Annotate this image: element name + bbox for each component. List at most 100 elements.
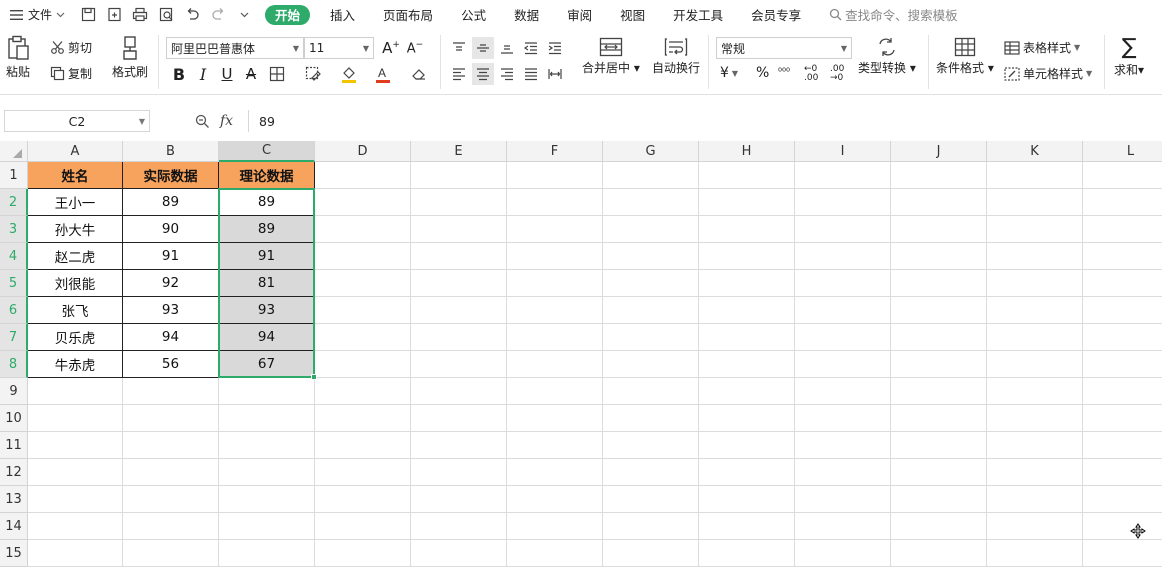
cell-f9[interactable]: [507, 378, 603, 405]
row-header-12[interactable]: 12: [0, 459, 28, 486]
cell-a7[interactable]: 贝乐虎: [28, 324, 123, 351]
cell-j5[interactable]: [891, 270, 987, 297]
cell-i14[interactable]: [795, 513, 891, 540]
cell-c1[interactable]: 理论数据: [219, 162, 315, 189]
cell-i7[interactable]: [795, 324, 891, 351]
clear-button[interactable]: [408, 63, 430, 85]
cell-b14[interactable]: [123, 513, 219, 540]
align-right-button[interactable]: [496, 63, 518, 85]
column-header-h[interactable]: H: [699, 141, 795, 162]
cell-e11[interactable]: [411, 432, 507, 459]
cell-c15[interactable]: [219, 540, 315, 567]
cell-d8[interactable]: [315, 351, 411, 378]
cell-k8[interactable]: [987, 351, 1083, 378]
row-header-3[interactable]: 3: [0, 216, 28, 243]
underline-button[interactable]: U: [216, 63, 238, 85]
cell-j11[interactable]: [891, 432, 987, 459]
cell-i9[interactable]: [795, 378, 891, 405]
cell-b5[interactable]: 92: [123, 270, 219, 297]
clear-format-painter-button[interactable]: [302, 63, 324, 85]
cell-k14[interactable]: [987, 513, 1083, 540]
cell-b1[interactable]: 实际数据: [123, 162, 219, 189]
row-header-5[interactable]: 5: [0, 270, 28, 297]
cell-j3[interactable]: [891, 216, 987, 243]
row-header-13[interactable]: 13: [0, 486, 28, 513]
cell-d4[interactable]: [315, 243, 411, 270]
cell-b15[interactable]: [123, 540, 219, 567]
cell-a15[interactable]: [28, 540, 123, 567]
column-header-i[interactable]: I: [795, 141, 891, 162]
format-painter-button[interactable]: 格式刷: [112, 35, 148, 80]
cell-c7[interactable]: 94: [219, 324, 315, 351]
cell-k4[interactable]: [987, 243, 1083, 270]
cell-i12[interactable]: [795, 459, 891, 486]
cell-b7[interactable]: 94: [123, 324, 219, 351]
column-header-b[interactable]: B: [123, 141, 219, 162]
cell-b2[interactable]: 89: [123, 189, 219, 216]
cell-d15[interactable]: [315, 540, 411, 567]
column-header-a[interactable]: A: [28, 141, 123, 162]
cell-i3[interactable]: [795, 216, 891, 243]
file-menu[interactable]: 文件: [0, 0, 73, 29]
cell-a13[interactable]: [28, 486, 123, 513]
cell-e8[interactable]: [411, 351, 507, 378]
cell-a9[interactable]: [28, 378, 123, 405]
save-button[interactable]: [77, 4, 99, 26]
cell-d10[interactable]: [315, 405, 411, 432]
cell-k1[interactable]: [987, 162, 1083, 189]
decrease-indent-button[interactable]: [520, 37, 542, 59]
table-style-button[interactable]: 表格样式 ▼: [1004, 39, 1080, 56]
align-top-button[interactable]: [448, 37, 470, 59]
row-header-14[interactable]: 14: [0, 513, 28, 540]
cell-l6[interactable]: [1083, 297, 1162, 324]
cell-d3[interactable]: [315, 216, 411, 243]
percent-button[interactable]: %: [756, 65, 769, 81]
strikethrough-button[interactable]: A: [240, 63, 262, 85]
cell-i8[interactable]: [795, 351, 891, 378]
cell-l7[interactable]: [1083, 324, 1162, 351]
cell-f10[interactable]: [507, 405, 603, 432]
cell-c6[interactable]: 93: [219, 297, 315, 324]
customize-toolbar-button[interactable]: [233, 4, 255, 26]
cell-f11[interactable]: [507, 432, 603, 459]
decrease-decimal-button[interactable]: .00 →0: [830, 65, 844, 83]
cell-h13[interactable]: [699, 486, 795, 513]
cell-l9[interactable]: [1083, 378, 1162, 405]
cell-h10[interactable]: [699, 405, 795, 432]
row-header-2[interactable]: 2: [0, 189, 28, 216]
tab-formulas[interactable]: 公式: [447, 0, 500, 29]
cell-e10[interactable]: [411, 405, 507, 432]
cell-a12[interactable]: [28, 459, 123, 486]
cell-c9[interactable]: [219, 378, 315, 405]
cell-h14[interactable]: [699, 513, 795, 540]
row-header-6[interactable]: 6: [0, 297, 28, 324]
cell-d9[interactable]: [315, 378, 411, 405]
cell-b9[interactable]: [123, 378, 219, 405]
cell-b3[interactable]: 90: [123, 216, 219, 243]
cell-l15[interactable]: [1083, 540, 1162, 567]
cell-h7[interactable]: [699, 324, 795, 351]
row-header-9[interactable]: 9: [0, 378, 28, 405]
cell-l8[interactable]: [1083, 351, 1162, 378]
tab-developer[interactable]: 开发工具: [659, 0, 737, 29]
cell-c11[interactable]: [219, 432, 315, 459]
cell-b6[interactable]: 93: [123, 297, 219, 324]
cell-g11[interactable]: [603, 432, 699, 459]
zoom-search-icon[interactable]: [195, 114, 210, 129]
align-bottom-button[interactable]: [496, 37, 518, 59]
cell-g4[interactable]: [603, 243, 699, 270]
tab-data[interactable]: 数据: [500, 0, 553, 29]
italic-button[interactable]: I: [192, 63, 214, 85]
conditional-format-button[interactable]: 条件格式 ▾: [936, 37, 994, 76]
type-convert-button[interactable]: 类型转换 ▾: [858, 37, 916, 76]
cell-a6[interactable]: 张飞: [28, 297, 123, 324]
column-header-c[interactable]: C: [219, 141, 315, 162]
column-header-l[interactable]: L: [1083, 141, 1162, 162]
cell-k2[interactable]: [987, 189, 1083, 216]
cell-a1[interactable]: 姓名: [28, 162, 123, 189]
cell-g8[interactable]: [603, 351, 699, 378]
cut-button[interactable]: 剪切: [50, 39, 92, 56]
align-middle-button[interactable]: [472, 37, 494, 59]
cell-i4[interactable]: [795, 243, 891, 270]
cell-j14[interactable]: [891, 513, 987, 540]
